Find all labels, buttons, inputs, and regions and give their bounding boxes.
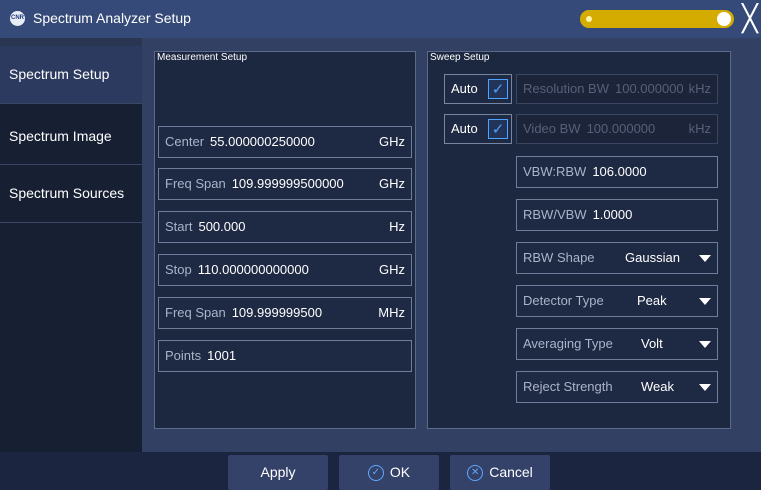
field-unit: GHz [379, 134, 405, 149]
sidebar-item-spectrum-image[interactable]: Spectrum Image [0, 108, 142, 165]
checkbox-checked-icon[interactable]: ✓ [488, 79, 508, 99]
field-label: Freq Span [165, 305, 226, 320]
button-label: Apply [260, 464, 296, 480]
field-value: Volt [641, 336, 663, 351]
window-title: Spectrum Analyzer Setup [33, 10, 191, 26]
video-bw-field: Video BW 100.000000 kHz [516, 114, 718, 144]
field-unit: MHz [378, 305, 405, 320]
sidebar-item-spectrum-sources[interactable]: Spectrum Sources [0, 165, 142, 222]
field-label: Detector Type [523, 293, 604, 308]
start-field[interactable]: Start 500.000 Hz [158, 211, 412, 243]
main-content: Measurement Setup Center 55.000000250000 … [142, 38, 761, 452]
field-unit: GHz [379, 176, 405, 191]
field-unit: Hz [389, 219, 405, 234]
chevron-down-icon [699, 384, 711, 391]
field-value: 109.999999500 [231, 305, 323, 320]
freq-span-ghz-field[interactable]: Freq Span 109.999999500000 GHz [158, 168, 412, 200]
toggle-slider[interactable] [580, 10, 734, 28]
sun-icon [586, 16, 592, 22]
divider [0, 222, 142, 223]
field-value: Gaussian [625, 250, 680, 265]
resolution-bw-auto-toggle[interactable]: Auto ✓ [444, 74, 512, 104]
field-value: 110.000000000000 [197, 262, 309, 277]
sidebar-item-spectrum-setup[interactable]: Spectrum Setup [0, 46, 142, 103]
stop-field[interactable]: Stop 110.000000000000 GHz [158, 254, 412, 286]
ok-button[interactable]: ✓ OK [339, 455, 439, 490]
footer-bar: Apply ✓ OK ✕ Cancel [0, 452, 761, 490]
averaging-type-dropdown[interactable]: Averaging Type Volt [516, 328, 718, 360]
field-label: VBW:RBW [523, 164, 587, 179]
checkbox-checked-icon[interactable]: ✓ [488, 119, 508, 139]
sidebar: Spectrum Setup Spectrum Image Spectrum S… [0, 46, 142, 452]
app-logo-icon: CNR [10, 11, 25, 26]
chevron-down-icon [699, 341, 711, 348]
sweep-setup-panel: Sweep Setup Auto ✓ Resolution BW 100.0000… [427, 51, 731, 429]
video-bw-auto-toggle[interactable]: Auto ✓ [444, 114, 512, 144]
points-field[interactable]: Points 1001 [158, 340, 412, 372]
field-value: Peak [637, 293, 667, 308]
chevron-down-icon [699, 298, 711, 305]
field-value: 55.000000250000 [210, 134, 315, 149]
check-circle-icon: ✓ [367, 465, 384, 482]
field-value: 106.0000 [592, 164, 647, 179]
center-field[interactable]: Center 55.000000250000 GHz [158, 126, 412, 158]
field-value: 1001 [207, 348, 237, 363]
divider [0, 103, 142, 104]
resolution-bw-field: Resolution BW 100.000000 kHz [516, 74, 718, 104]
slider-knob[interactable] [717, 12, 731, 26]
field-value: 109.999999500000 [231, 176, 344, 191]
close-circle-icon: ✕ [467, 465, 484, 482]
panel-title: Measurement Setup [157, 52, 248, 63]
auto-label: Auto [451, 121, 478, 136]
field-label: Center [165, 134, 205, 149]
rbw-vbw-field[interactable]: RBW/VBW 1.0000 [516, 199, 718, 231]
field-label: Freq Span [165, 176, 226, 191]
field-value: 100.000000 [586, 121, 656, 136]
field-label: RBW Shape [523, 250, 595, 265]
field-label: Resolution BW [523, 81, 609, 96]
rbw-shape-dropdown[interactable]: RBW Shape Gaussian [516, 242, 718, 274]
field-label: Averaging Type [523, 336, 613, 351]
field-unit: kHz [688, 81, 711, 96]
field-value: 500.000 [198, 219, 246, 234]
field-unit: kHz [688, 121, 711, 136]
auto-label: Auto [451, 81, 478, 96]
title-bar: CNR Spectrum Analyzer Setup ╳ [0, 0, 761, 38]
field-value: 100.000000 [614, 81, 684, 96]
field-value: Weak [641, 379, 674, 394]
chevron-down-icon [699, 255, 711, 262]
cancel-button[interactable]: ✕ Cancel [450, 455, 550, 490]
panel-title: Sweep Setup [430, 52, 490, 63]
detector-type-dropdown[interactable]: Detector Type Peak [516, 285, 718, 317]
vbw-rbw-field[interactable]: VBW:RBW 106.0000 [516, 156, 718, 188]
button-label: Cancel [489, 464, 533, 480]
field-label: Reject Strength [523, 379, 613, 394]
field-label: Points [165, 348, 202, 363]
field-unit: GHz [379, 262, 405, 277]
field-label: Start [165, 219, 193, 234]
button-label: OK [389, 464, 411, 480]
reject-strength-dropdown[interactable]: Reject Strength Weak [516, 371, 718, 403]
field-label: Stop [165, 262, 192, 277]
freq-span-mhz-field[interactable]: Freq Span 109.999999500 MHz [158, 297, 412, 329]
apply-button[interactable]: Apply [228, 455, 328, 490]
close-icon[interactable]: ╳ [740, 4, 760, 34]
field-label: Video BW [523, 121, 581, 136]
field-value: 1.0000 [592, 207, 633, 222]
field-label: RBW/VBW [523, 207, 587, 222]
measurement-setup-panel: Measurement Setup Center 55.000000250000 … [154, 51, 416, 429]
